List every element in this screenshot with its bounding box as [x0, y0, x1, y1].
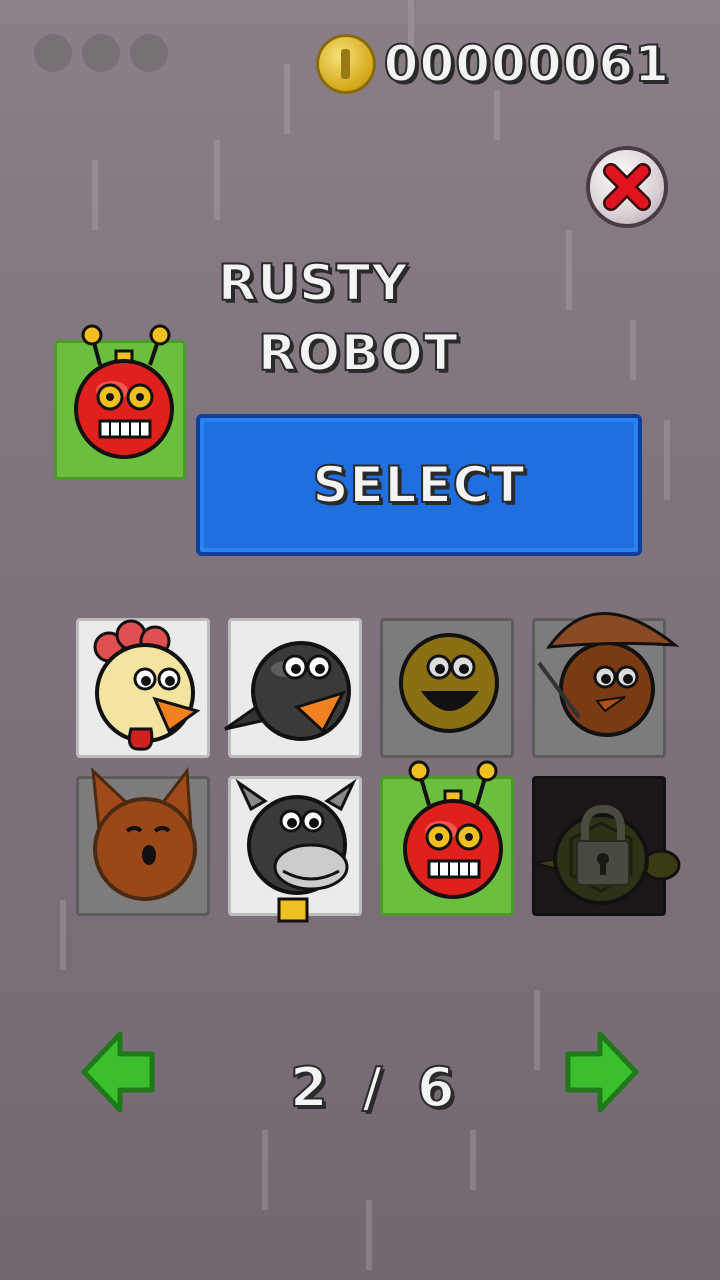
rain-streak — [470, 1130, 476, 1190]
character-tile-rusty-robot[interactable] — [380, 760, 514, 916]
character-tile-farmer[interactable] — [532, 612, 680, 758]
selected-character-portrait — [54, 324, 186, 480]
red-x-icon — [603, 163, 651, 211]
penguin-icon — [224, 641, 351, 741]
cow-icon — [235, 778, 357, 923]
green-right-arrow-icon[interactable] — [564, 1030, 640, 1114]
character-name: RUSTY ROBOT — [217, 248, 459, 388]
green-left-arrow-icon[interactable] — [80, 1030, 156, 1114]
coin-counter: 00000061 — [315, 34, 670, 94]
rain-streak — [494, 90, 500, 140]
character-tile-fox[interactable] — [76, 766, 210, 916]
character-tile-cow[interactable] — [228, 776, 362, 923]
fox-icon — [91, 766, 197, 901]
smiley-icon — [399, 633, 499, 733]
character-tile-chicken[interactable] — [76, 618, 210, 758]
select-button[interactable]: SELECT — [196, 414, 642, 556]
rain-streak — [566, 230, 572, 310]
character-name-line2: ROBOT — [257, 323, 459, 383]
coin-count: 00000061 — [383, 34, 670, 94]
rain-streak — [214, 140, 220, 220]
progress-dot — [34, 34, 72, 72]
progress-dots — [34, 34, 168, 72]
select-button-label: SELECT — [312, 455, 526, 515]
rain-streak — [630, 320, 636, 380]
character-tile-smiley[interactable] — [380, 618, 514, 758]
page-current: 2 — [289, 1055, 329, 1120]
character-tile-penguin[interactable] — [224, 618, 362, 758]
page-indicator: 2 / 6 — [289, 1055, 456, 1120]
close-button[interactable] — [586, 146, 668, 228]
rain-streak — [366, 1200, 372, 1270]
character-grid — [76, 612, 681, 923]
rain-streak — [262, 1130, 268, 1210]
page-total: 6 — [416, 1055, 456, 1120]
page-separator: / — [361, 1055, 384, 1120]
chicken-icon — [93, 619, 201, 751]
padlock-icon — [576, 804, 630, 886]
progress-dot — [130, 34, 168, 72]
rusty-robot-icon — [403, 760, 503, 899]
character-name-line1: RUSTY — [217, 253, 409, 313]
farmer-icon — [537, 612, 680, 737]
rain-streak — [284, 64, 290, 134]
gold-coin-icon — [315, 34, 376, 94]
rusty-robot-icon — [74, 324, 174, 459]
rain-streak — [534, 990, 540, 1070]
rain-streak — [60, 900, 66, 970]
character-tile-turtle-locked[interactable] — [532, 776, 681, 916]
progress-dot — [82, 34, 120, 72]
rain-streak — [92, 160, 98, 230]
rain-streak — [664, 420, 670, 500]
